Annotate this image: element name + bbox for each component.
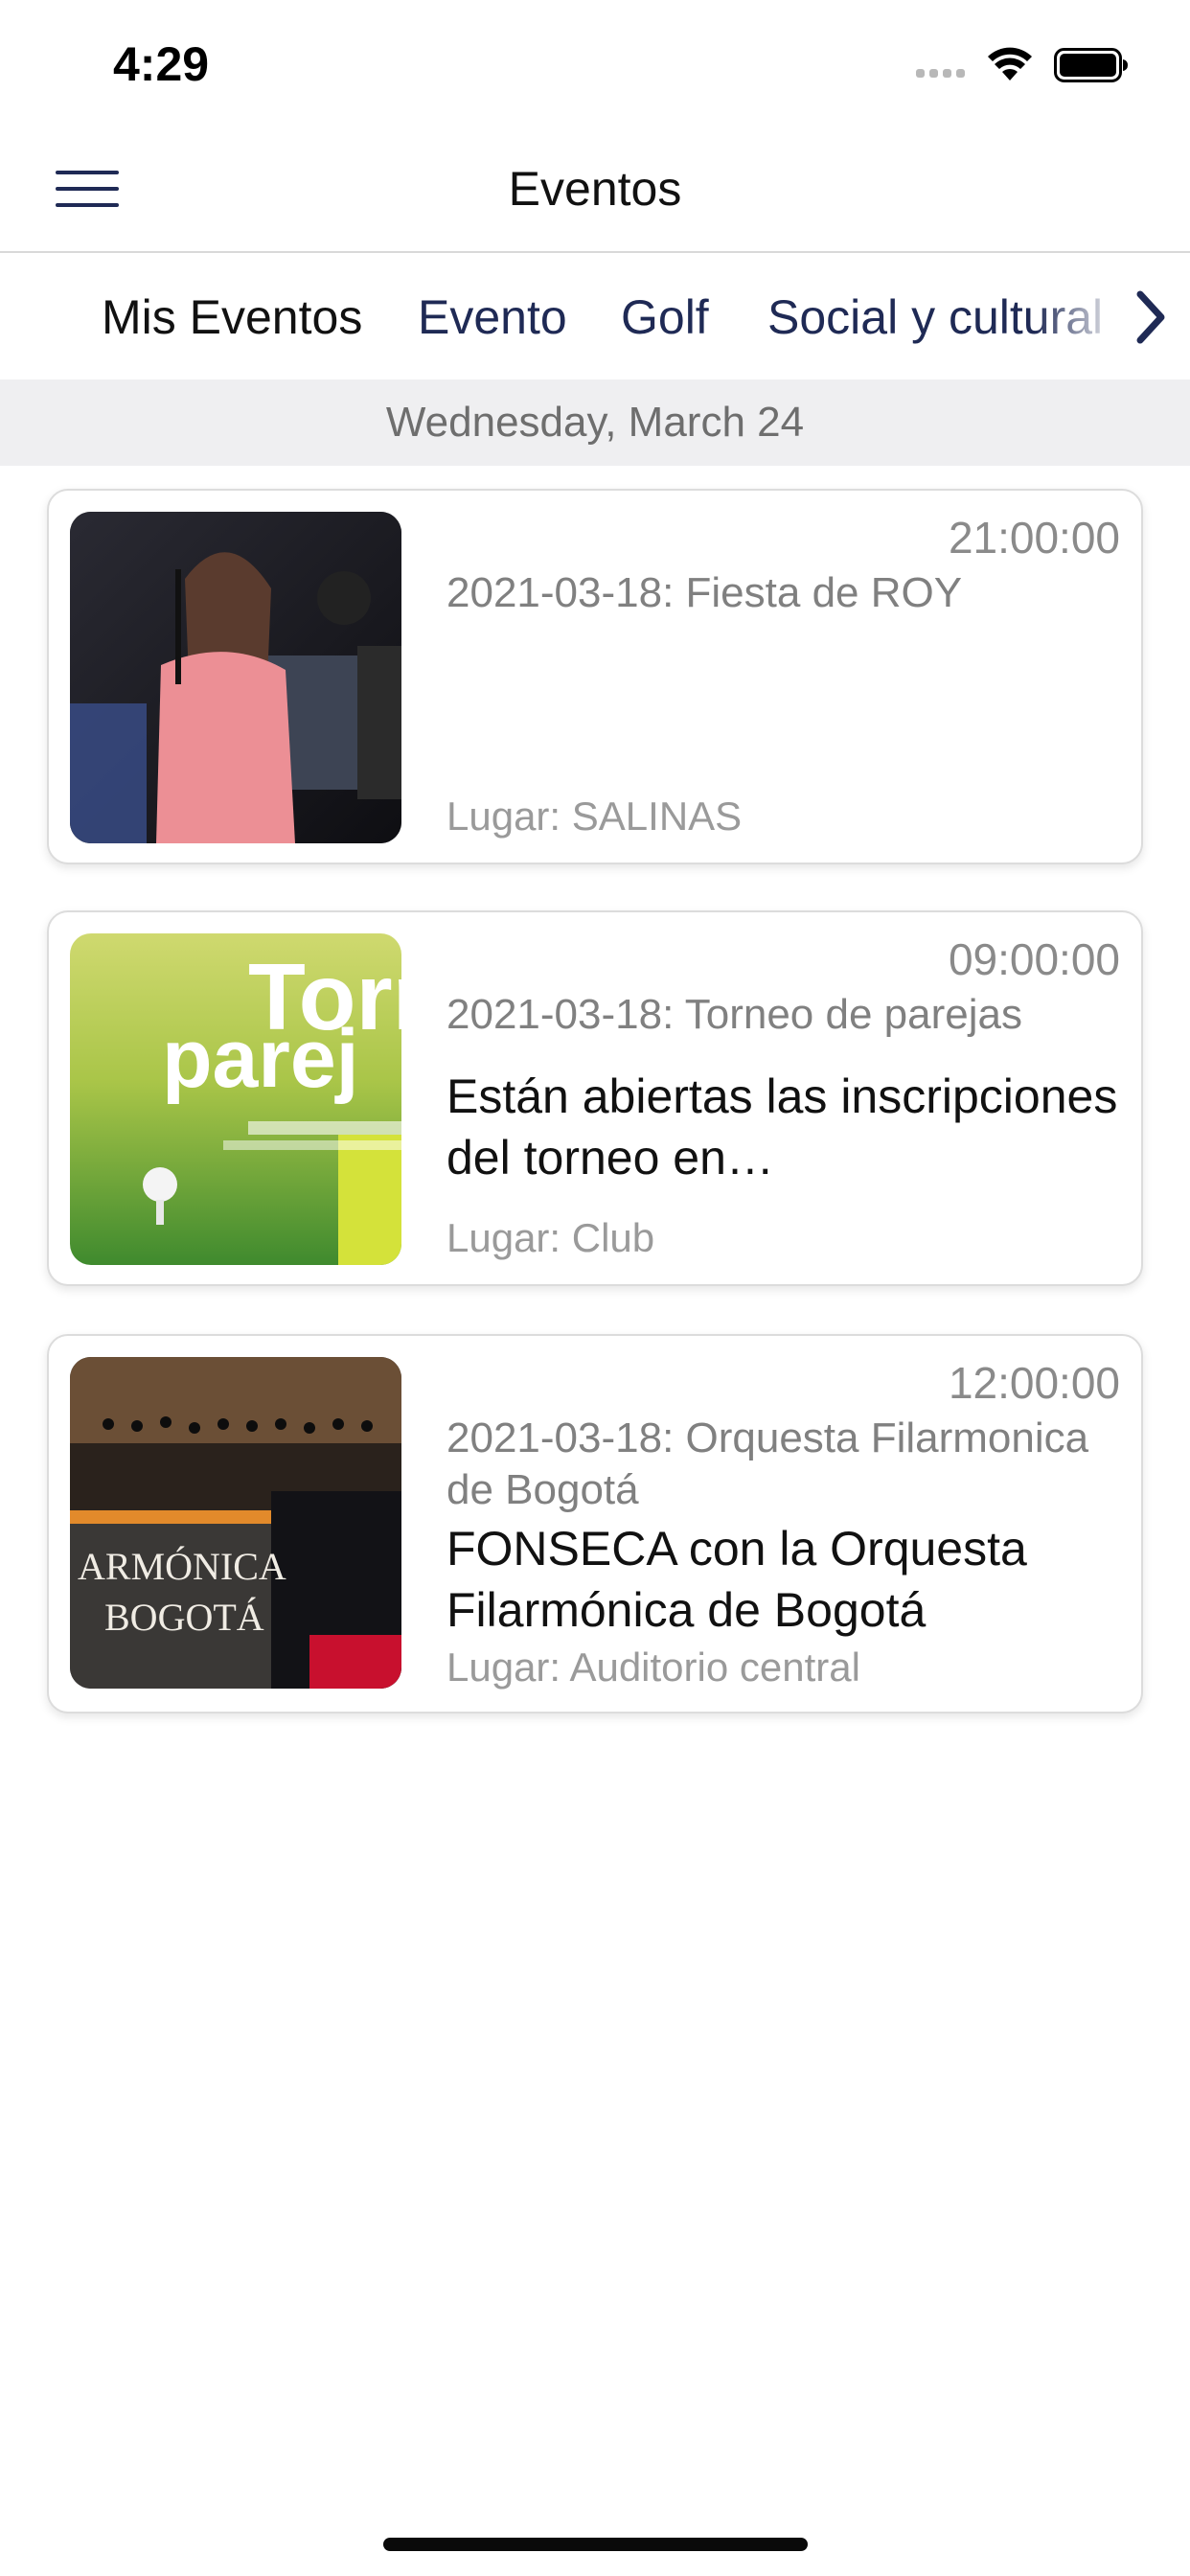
event-card[interactable]: Torr parej 09:00:00 2021-03-18: Torneo d… — [47, 910, 1143, 1286]
event-image-golf: Torr parej — [70, 933, 401, 1265]
chevron-right-icon — [1136, 290, 1165, 344]
battery-icon — [1054, 48, 1128, 82]
event-time: 21:00:00 — [948, 513, 1120, 563]
screen: 4:29 Eventos Mis Eventos Evento Golf Soc… — [0, 0, 1190, 2576]
category-tabs: Mis Eventos Evento Golf Social y cultura… — [0, 255, 1190, 380]
event-time: 09:00:00 — [948, 934, 1120, 984]
event-venue: Lugar: Auditorio central — [446, 1644, 860, 1690]
event-image-orchestra: ARMÓNICA BOGOTÁ — [70, 1357, 401, 1689]
tab-evento[interactable]: Evento — [418, 289, 567, 345]
status-bar: 4:29 — [0, 0, 1190, 126]
event-description: Están abiertas las inscripciones del tor… — [446, 1070, 1118, 1184]
event-time: 12:00:00 — [948, 1358, 1120, 1408]
cellular-signal-icon — [916, 69, 965, 78]
status-time: 4:29 — [113, 37, 210, 91]
event-date-title: 2021-03-18: Orquesta Filarmonica de Bogo… — [446, 1414, 1089, 1513]
tabs-fade — [1035, 255, 1121, 380]
event-description: FONSECA con la Orquesta Filarmónica de B… — [446, 1522, 1027, 1637]
event-venue: Lugar: Club — [446, 1215, 655, 1260]
nav-bar: Eventos — [0, 126, 1190, 253]
svg-text:ARMÓNICA: ARMÓNICA — [78, 1545, 286, 1588]
event-card[interactable]: ARMÓNICA BOGOTÁ 12:00:00 2021-03-18: Orq… — [47, 1334, 1143, 1714]
svg-text:BOGOTÁ: BOGOTÁ — [104, 1596, 264, 1639]
svg-text:parej: parej — [162, 1013, 359, 1105]
home-indicator[interactable] — [383, 2538, 808, 2551]
event-card[interactable]: 21:00:00 2021-03-18: Fiesta de ROY Lugar… — [47, 489, 1143, 864]
date-section-header: Wednesday, March 24 — [0, 380, 1190, 466]
event-date-title: 2021-03-18: Fiesta de ROY — [446, 569, 963, 616]
tab-mis-eventos[interactable]: Mis Eventos — [102, 289, 362, 345]
tabs-scroll-right-button[interactable] — [1111, 255, 1190, 380]
page-title: Eventos — [508, 162, 682, 216]
event-image-singer — [70, 512, 401, 843]
wifi-icon — [988, 47, 1032, 80]
tab-golf[interactable]: Golf — [621, 289, 709, 345]
event-venue: Lugar: SALINAS — [446, 794, 743, 839]
event-date-title: 2021-03-18: Torneo de parejas — [446, 991, 1022, 1038]
